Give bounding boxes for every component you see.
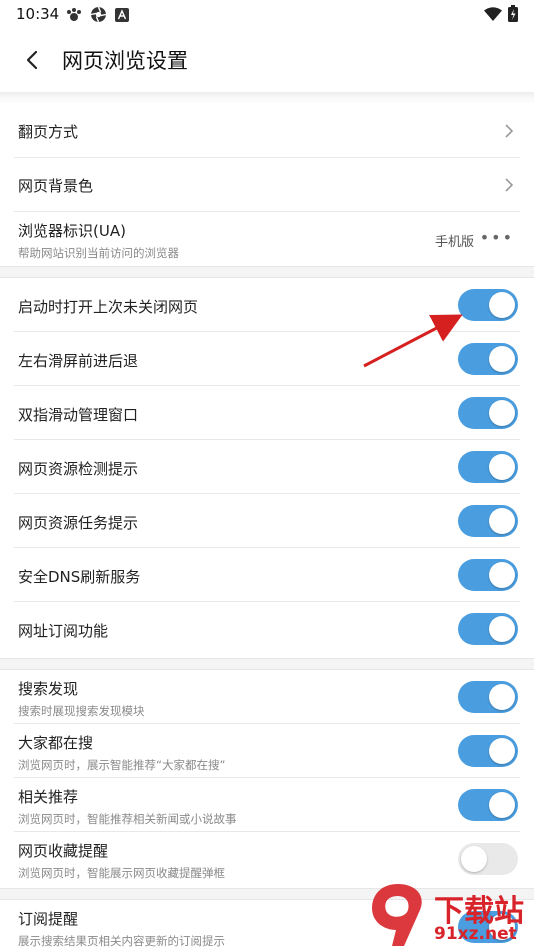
toggle-switch[interactable] [458,843,518,875]
status-app-icons [66,6,129,23]
toggle-switch[interactable] [458,789,518,821]
toggle-knob [489,346,515,372]
row-resource-task-tip: 网页资源任务提示 [14,494,520,548]
row-description: 浏览网页时，智能展示网页收藏提醒弹框 [18,866,225,880]
ua-current-value: 手机版 [434,235,474,250]
row-label: 相关推荐 [18,788,79,806]
toggle-switch[interactable] [458,289,518,321]
toggle-knob [489,292,515,318]
header-shadow [0,92,534,104]
page-title: 网页浏览设置 [62,49,188,73]
row-label: 网页资源任务提示 [18,514,139,532]
toggle-switch[interactable] [458,397,518,429]
watermark-logo: 下载站 91xz.net [368,880,534,950]
a-app-icon [115,7,129,22]
row-secure-dns-refresh: 安全DNS刷新服务 [14,548,520,602]
row-restore-last-pages: 启动时打开上次未关闭网页 [14,278,520,332]
battery-icon [508,5,518,22]
row-label: 翻页方式 [18,123,79,141]
section-divider [0,658,534,670]
row-description: 帮助网站识别当前访问的浏览器 [18,246,179,260]
row-label: 搜索发现 [18,680,79,698]
row-label: 安全DNS刷新服务 [18,568,141,586]
row-label: 网页资源检测提示 [18,460,139,478]
aperture-app-icon [90,6,107,23]
row-label: 订阅提醒 [18,910,79,928]
row-url-subscription: 网址订阅功能 [14,602,520,658]
status-time: 10:34 [16,5,60,23]
row-page-turn-mode[interactable]: 翻页方式 [14,104,520,158]
group-browsing-behaviour: 启动时打开上次未关闭网页 左右滑屏前进后退 双指滑动管理窗口 网页资源检测提示 … [0,278,534,658]
row-label: 大家都在搜 [18,734,94,752]
chevron-right-icon [505,124,514,138]
toggle-switch[interactable] [458,613,518,645]
status-system-icons [484,5,518,22]
row-description: 展示搜索结果页相关内容更新的订阅提示 [18,934,225,948]
row-label: 网址订阅功能 [18,622,109,640]
row-browser-ua[interactable]: 浏览器标识(UA) 帮助网站识别当前访问的浏览器 手机版 ••• [14,212,520,266]
row-label: 网页收藏提醒 [18,842,109,860]
row-label: 左右滑屏前进后退 [18,352,139,370]
row-swipe-navigation: 左右滑屏前进后退 [14,332,520,386]
group-recommendations: 搜索发现 搜索时展现搜索发现模块 大家都在搜 浏览网页时，展示智能推荐“大家都在… [0,670,534,888]
toggle-knob [489,562,515,588]
toggle-switch[interactable] [458,343,518,375]
row-description: 浏览网页时，智能推荐相关新闻或小说故事 [18,812,237,826]
row-page-background-color[interactable]: 网页背景色 [14,158,520,212]
row-label: 网页背景色 [18,177,94,195]
row-two-finger-window-manage: 双指滑动管理窗口 [14,386,520,440]
toggle-knob [489,400,515,426]
back-button[interactable] [18,46,46,74]
row-label: 启动时打开上次未关闭网页 [18,298,199,316]
toggle-switch[interactable] [458,735,518,767]
toggle-knob [489,684,515,710]
back-chevron-icon [26,50,38,70]
watermark-url: 91xz.net [434,924,517,944]
row-label: 浏览器标识(UA) [18,222,126,240]
toggle-switch[interactable] [458,451,518,483]
toggle-switch[interactable] [458,505,518,537]
row-label: 双指滑动管理窗口 [18,406,139,424]
group-display-settings: 翻页方式 网页背景色 浏览器标识(UA) 帮助网站识别当前访问的浏览器 手机版 … [0,104,534,266]
row-description: 搜索时展现搜索发现模块 [18,704,145,718]
toggle-knob [489,792,515,818]
row-resource-detect-tip: 网页资源检测提示 [14,440,520,494]
toggle-switch[interactable] [458,559,518,591]
app-header: 网页浏览设置 [0,30,534,92]
toggle-knob [489,508,515,534]
row-description: 浏览网页时，展示智能推荐“大家都在搜” [18,758,226,772]
toggle-knob [489,738,515,764]
section-divider [0,266,534,278]
chevron-right-icon [505,178,514,192]
wifi-icon [484,6,502,21]
toggle-knob [489,454,515,480]
row-related-recommendations: 相关推荐 浏览网页时，智能推荐相关新闻或小说故事 [14,778,520,832]
row-search-discovery: 搜索发现 搜索时展现搜索发现模块 [14,670,520,724]
toggle-switch[interactable] [458,681,518,713]
paw-app-icon [67,7,81,21]
row-everyone-searching: 大家都在搜 浏览网页时，展示智能推荐“大家都在搜” [14,724,520,778]
toggle-knob [461,846,487,872]
toggle-knob [489,616,515,642]
more-options-icon[interactable]: ••• [480,228,514,247]
watermark-emblem-icon [372,884,422,946]
status-bar: 10:34 [0,0,534,28]
